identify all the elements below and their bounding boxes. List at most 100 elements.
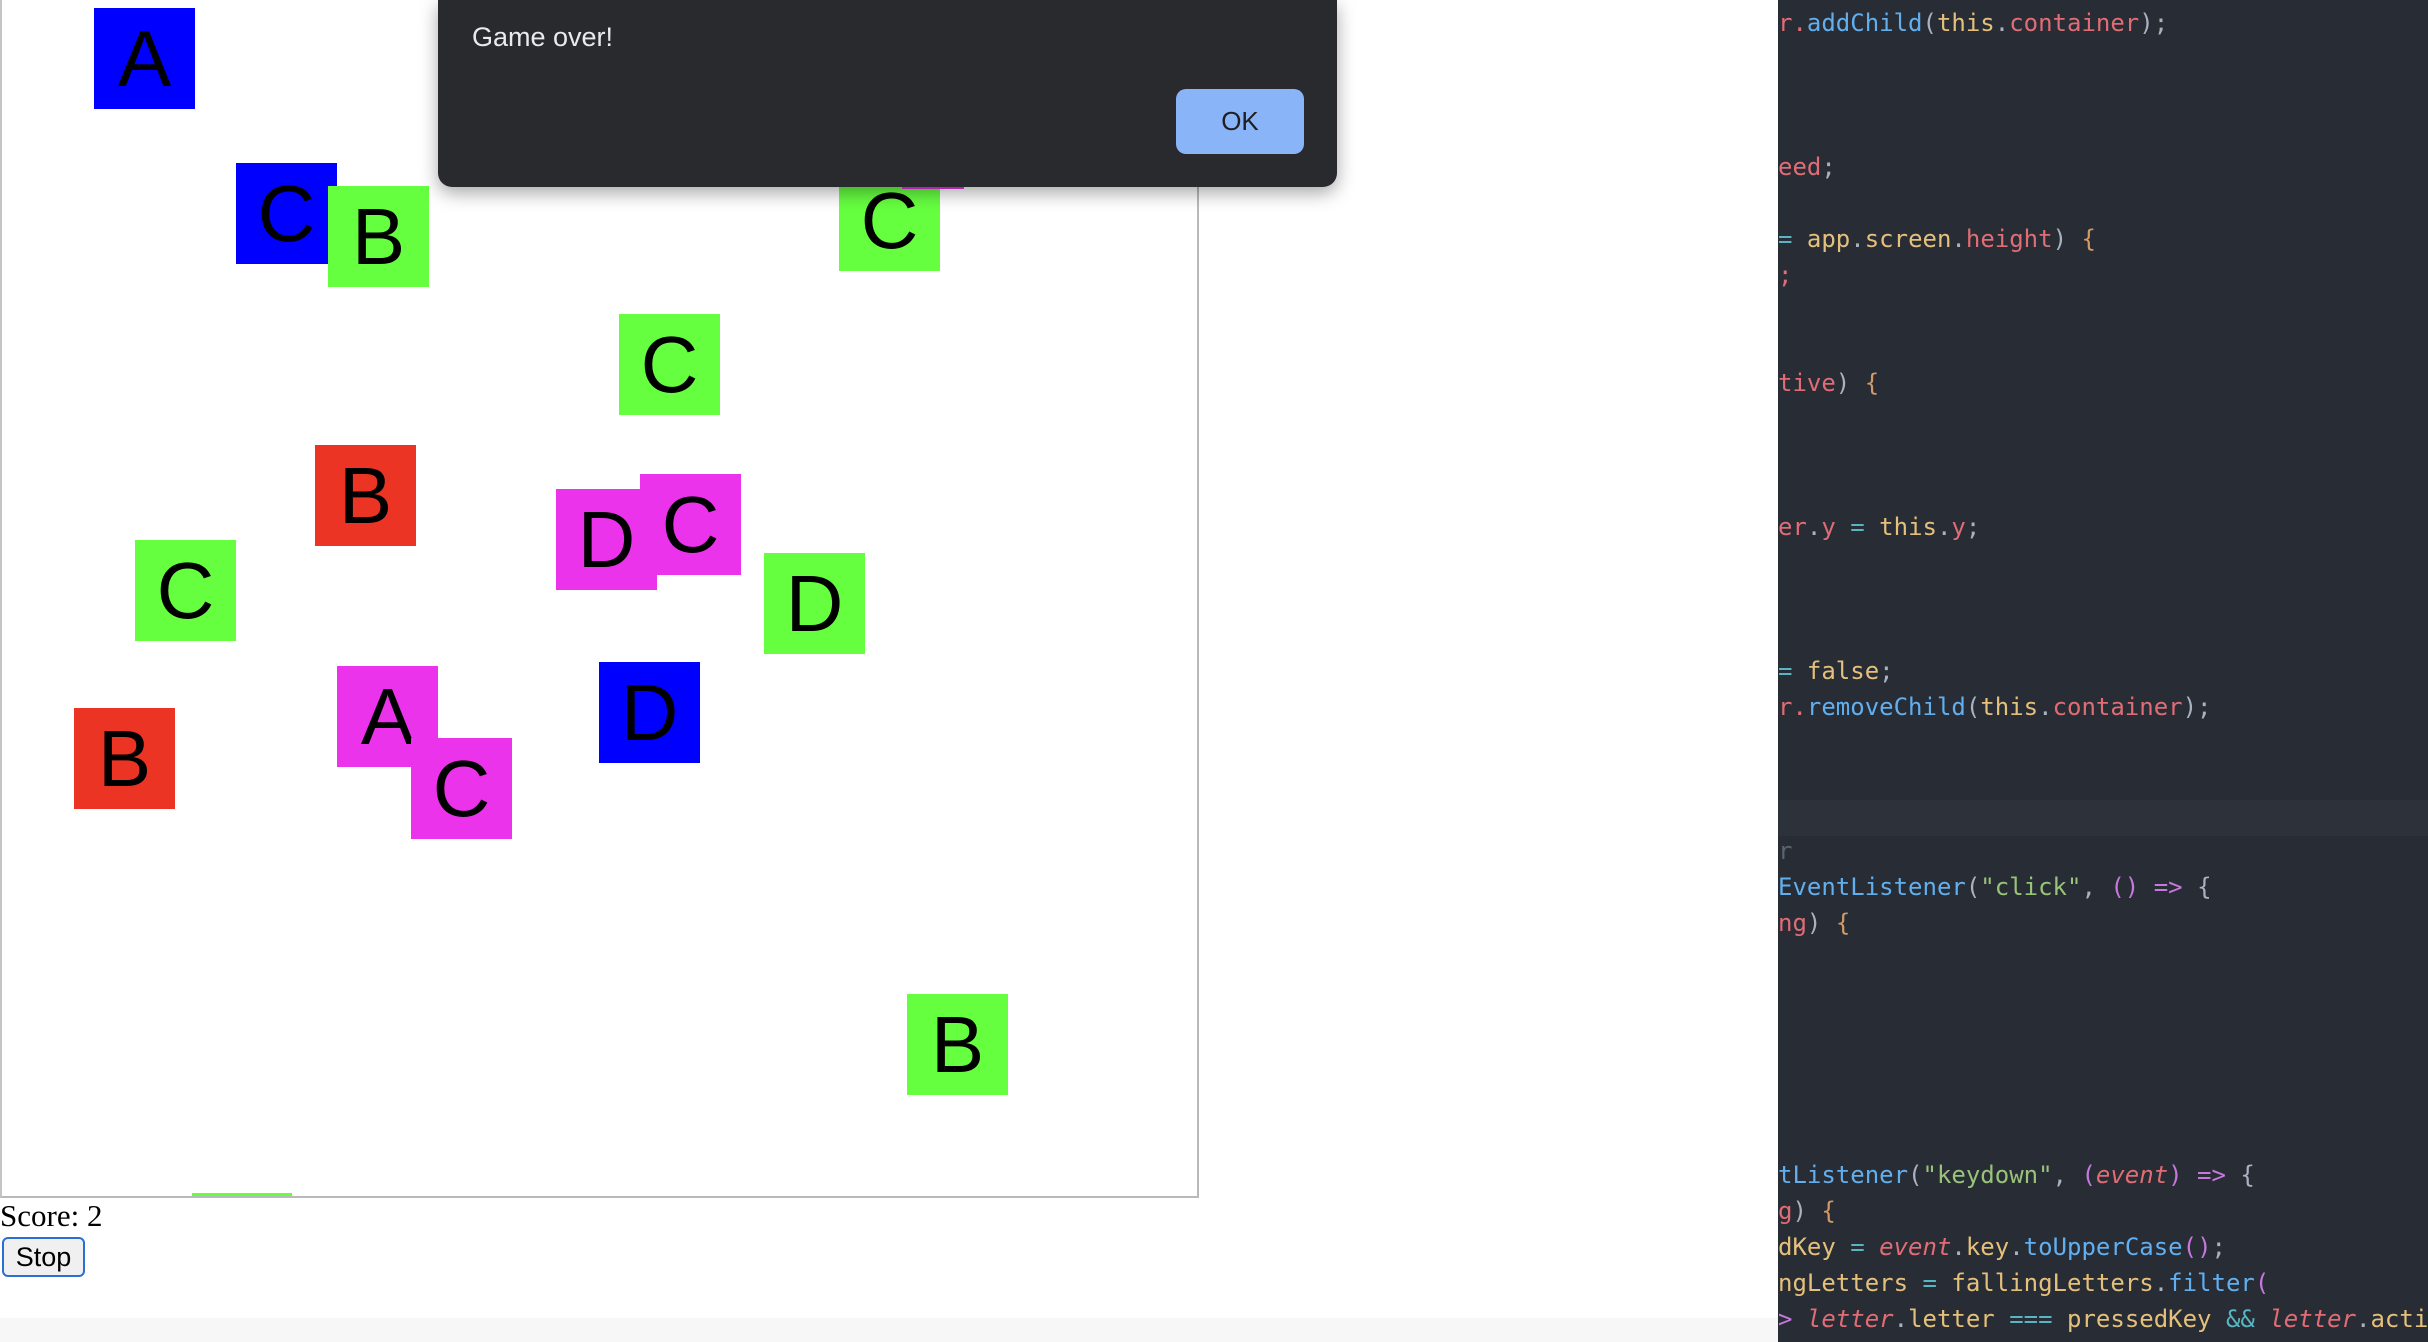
code-token: tive: [1778, 369, 1836, 397]
code-token: .: [2038, 693, 2053, 721]
code-token: ng: [1778, 909, 1807, 937]
current-line-highlight: [1778, 800, 2428, 836]
letter-tile: B: [328, 186, 429, 287]
code-token: container: [2009, 9, 2140, 37]
letter-tile: C: [411, 738, 512, 839]
code-token: event: [1879, 1233, 1952, 1261]
code-line: ngLetters = fallingLetters.filter(: [1778, 1265, 2269, 1301]
code-line: dKey = event.key.toUpperCase();: [1778, 1229, 2226, 1265]
code-token: letter: [1806, 1305, 1894, 1333]
code-token: eed: [1778, 153, 1822, 181]
code-token: ;: [1778, 261, 1793, 289]
code-token: .: [2153, 1269, 2169, 1297]
code-token: (): [2110, 873, 2140, 901]
code-token: (: [1908, 1161, 1923, 1189]
code-token: ): [2052, 225, 2082, 253]
code-token: false: [1806, 657, 1880, 685]
code-token: r.: [1778, 693, 1807, 721]
code-token: =>: [2139, 873, 2198, 901]
code-line: r.removeChild(this.container);: [1778, 689, 2212, 725]
code-token: .: [2009, 1233, 2024, 1261]
code-token: .: [1951, 1233, 1966, 1261]
code-token: =: [1778, 225, 1807, 253]
stop-button[interactable]: Stop: [2, 1237, 85, 1277]
code-token: =: [1778, 657, 1807, 685]
code-token: =: [1835, 513, 1880, 541]
code-token: =: [1908, 1269, 1952, 1297]
bottom-strip: [0, 1318, 1778, 1342]
letter-tile: B: [907, 994, 1008, 1095]
code-token: .: [1951, 225, 1966, 253]
code-line: er.y = this.y;: [1778, 509, 1980, 545]
code-editor[interactable]: r.addChild(this.container); eed; = app.scr…: [1778, 0, 2428, 1342]
score-label: Score: 2: [0, 1198, 103, 1233]
code-token: .: [1936, 513, 1952, 541]
letter-tile: B: [315, 445, 416, 546]
letter-tile: B: [74, 708, 175, 809]
code-token: er: [1778, 513, 1807, 541]
alert-ok-button[interactable]: OK: [1176, 89, 1304, 154]
code-token: r: [1778, 837, 1793, 865]
code-token: (: [1922, 9, 1937, 37]
code-token: );: [2139, 9, 2169, 37]
code-token: .: [1994, 9, 2010, 37]
code-token: (: [2254, 1269, 2270, 1297]
code-line: tListener("keydown", (event) => {: [1778, 1157, 2255, 1193]
code-token: );: [2182, 693, 2212, 721]
code-token: toUpperCase: [2023, 1233, 2183, 1261]
code-token: addChild: [1806, 9, 1923, 37]
letter-tile: C: [236, 163, 337, 264]
code-token: (: [1965, 873, 1981, 901]
code-token: {: [2081, 225, 2096, 253]
code-token: =>: [2182, 1161, 2241, 1189]
code-token: ): [1835, 369, 1865, 397]
code-line: r: [1778, 833, 1792, 869]
code-token: ,: [2081, 873, 2111, 901]
code-token: fallingLetters: [1951, 1269, 2154, 1297]
code-token: (): [2182, 1233, 2212, 1261]
letter-tile: D: [599, 662, 700, 763]
code-token: >: [1778, 1305, 1807, 1333]
code-token: g: [1778, 1197, 1793, 1225]
code-token: y: [1951, 513, 1966, 541]
code-token: ngLetters: [1778, 1269, 1909, 1297]
code-line: tive) {: [1778, 365, 1879, 401]
letter-tile: A: [94, 8, 195, 109]
browser-page: ACBCCBDCCDADBCB Score: 2 Stop Game over!…: [0, 0, 1778, 1342]
code-token: ): [1806, 909, 1836, 937]
code-token: "keydown": [1922, 1161, 2053, 1189]
code-token: letter: [2269, 1305, 2357, 1333]
code-token: app: [1806, 225, 1851, 253]
code-token: letter: [1908, 1305, 1995, 1333]
letter-tile: C: [640, 474, 741, 575]
code-token: dKey: [1778, 1233, 1836, 1261]
alert-dialog: Game over! OK: [438, 0, 1337, 187]
code-token: {: [1835, 909, 1851, 937]
code-token: event: [2095, 1161, 2169, 1189]
code-token: ===: [1994, 1305, 2068, 1333]
code-token: {: [2240, 1161, 2255, 1189]
code-token: "click": [1980, 873, 2082, 901]
code-token: this: [1980, 693, 2039, 721]
code-line: ng) {: [1778, 905, 1850, 941]
code-token: ;: [1965, 513, 1981, 541]
code-token: &&: [2211, 1305, 2270, 1333]
code-token: ;: [1821, 153, 1836, 181]
code-token: (: [2081, 1161, 2096, 1189]
code-line: eed;: [1778, 149, 1836, 185]
code-line: = app.screen.height) {: [1778, 221, 2096, 257]
code-token: =: [1835, 1233, 1880, 1261]
code-token: ;: [1879, 657, 1894, 685]
code-token: {: [1821, 1197, 1836, 1225]
code-token: .: [1850, 225, 1865, 253]
code-token: filter: [2168, 1269, 2255, 1297]
code-token: .: [1806, 513, 1822, 541]
code-token: (: [1965, 693, 1981, 721]
code-line: ;: [1778, 257, 1792, 293]
code-token: ): [2168, 1161, 2183, 1189]
code-token: {: [2197, 873, 2212, 901]
letter-tile: C: [619, 314, 720, 415]
code-token: activ: [2370, 1305, 2428, 1333]
letter-tile: D: [764, 553, 865, 654]
code-token: r.: [1778, 9, 1807, 37]
